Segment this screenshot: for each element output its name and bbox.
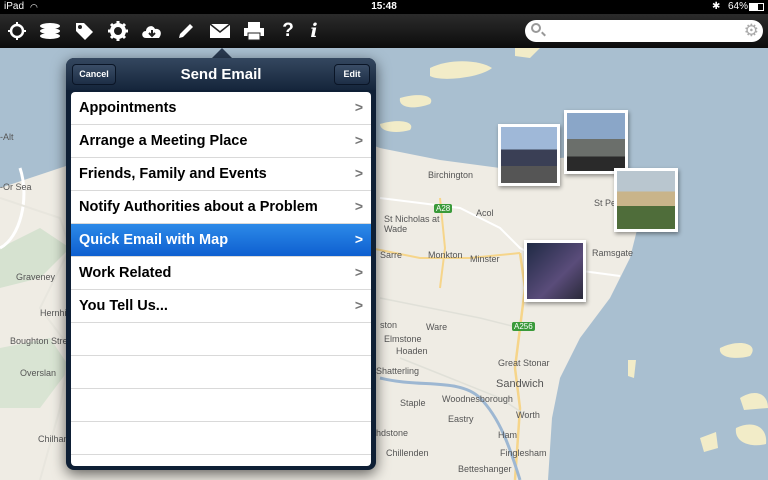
photo-thumbnail[interactable]	[614, 168, 678, 232]
map-label: -Alt	[0, 132, 14, 142]
empty-row	[71, 422, 371, 455]
list-item-label: You Tell Us...	[79, 298, 168, 314]
map-label: Monkton	[428, 250, 463, 260]
photo-thumbnail[interactable]	[498, 124, 560, 186]
list-item-label: Notify Authorities about a Problem	[79, 199, 318, 215]
help-icon[interactable]: ?	[274, 17, 302, 45]
map-label: Elmstone	[384, 334, 422, 344]
empty-row	[71, 323, 371, 356]
tag-icon[interactable]	[70, 17, 98, 45]
printer-icon[interactable]	[240, 17, 268, 45]
list-item[interactable]: Arrange a Meeting Place >	[71, 125, 371, 158]
map-label: Graveney	[16, 272, 56, 282]
battery-percent: 64%	[728, 1, 749, 12]
map-label: Betteshanger	[458, 464, 512, 474]
search-icon	[531, 23, 541, 33]
map-label: Ham	[498, 430, 518, 440]
map-label: Boughton Stre	[10, 336, 68, 346]
map-label: Sandwich	[496, 378, 544, 390]
map-label: -Or Sea	[0, 182, 32, 192]
list-item[interactable]: Notify Authorities about a Problem >	[71, 191, 371, 224]
chevron-right-icon: >	[354, 99, 363, 115]
map-label: Acol	[476, 208, 494, 218]
road-badge: A28	[434, 204, 453, 213]
list-item-selected[interactable]: Quick Email with Map >	[71, 224, 371, 257]
pencil-icon[interactable]	[172, 17, 200, 45]
map-label: Worth	[516, 410, 540, 420]
map-label: Overslan	[20, 368, 57, 378]
popover-header: Cancel Send Email Edit	[66, 58, 376, 90]
road-badge: A256	[512, 322, 535, 331]
map-label: Woodnesborough	[442, 394, 513, 404]
popover-title: Send Email	[180, 66, 262, 83]
clock: 15:48	[371, 1, 397, 12]
chevron-right-icon: >	[354, 297, 363, 313]
cloud-download-icon[interactable]	[138, 17, 166, 45]
list-item-label: Work Related	[79, 265, 172, 281]
list-item[interactable]: Friends, Family and Events >	[71, 158, 371, 191]
target-icon[interactable]	[3, 17, 31, 45]
chevron-right-icon: >	[354, 231, 363, 247]
photo-thumbnail[interactable]	[564, 110, 628, 174]
popover-pointer	[212, 48, 232, 58]
map-label: Hernhi	[40, 308, 67, 318]
chevron-right-icon: >	[354, 165, 363, 181]
map-label: Finglesham	[500, 448, 547, 458]
map-label: Sarre	[380, 250, 403, 260]
status-bar: iPad ◠ 15:48 ✱ 64%	[0, 0, 768, 14]
map-label: Ware	[426, 322, 448, 332]
map-label: Hoaden	[396, 346, 428, 356]
list-item-label: Friends, Family and Events	[79, 166, 267, 182]
list-item[interactable]: You Tell Us... >	[71, 290, 371, 323]
map-label: Chilhan	[38, 434, 69, 444]
list-item-label: Quick Email with Map	[79, 232, 229, 248]
map-label: ston	[380, 320, 398, 330]
photo-thumbnail[interactable]	[524, 240, 586, 302]
empty-row	[71, 356, 371, 389]
search-input[interactable]: ⚙	[525, 20, 763, 42]
map-label: Staple	[400, 398, 426, 408]
map-label: St Nicholas at Wade	[384, 214, 440, 234]
list-item[interactable]: Appointments >	[71, 92, 371, 125]
map-label: Great Stonar	[498, 358, 550, 368]
gear-icon[interactable]	[104, 17, 132, 45]
map-label: Shatterling	[376, 366, 420, 376]
email-template-list: Appointments > Arrange a Meeting Place > F…	[71, 92, 371, 466]
bluetooth-icon: ✱	[712, 1, 721, 12]
map-label: Eastry	[448, 414, 474, 424]
toolbar: ? i ⚙	[0, 14, 768, 48]
chevron-right-icon: >	[354, 264, 363, 280]
list-item-label: Arrange a Meeting Place	[79, 133, 248, 149]
layers-icon[interactable]	[36, 17, 64, 45]
map-label: St Pe	[594, 198, 617, 208]
mail-icon[interactable]	[206, 17, 234, 45]
chevron-right-icon: >	[354, 132, 363, 148]
list-item[interactable]: Work Related >	[71, 257, 371, 290]
edit-button[interactable]: Edit	[334, 64, 370, 85]
map-label: Ramsgate	[592, 248, 634, 258]
map-label: Chillenden	[386, 448, 429, 458]
map-label: Minster	[470, 254, 500, 264]
list-item-label: Appointments	[79, 100, 177, 116]
map-label: Birchington	[428, 170, 474, 180]
send-email-popover: Cancel Send Email Edit Appointments > Arr…	[66, 58, 376, 470]
battery-icon	[749, 3, 764, 11]
map-label: hdstone	[376, 428, 409, 438]
info-icon[interactable]: i	[300, 17, 328, 45]
search-settings-icon[interactable]: ⚙	[744, 21, 759, 41]
empty-row	[71, 389, 371, 422]
chevron-right-icon: >	[354, 198, 363, 214]
